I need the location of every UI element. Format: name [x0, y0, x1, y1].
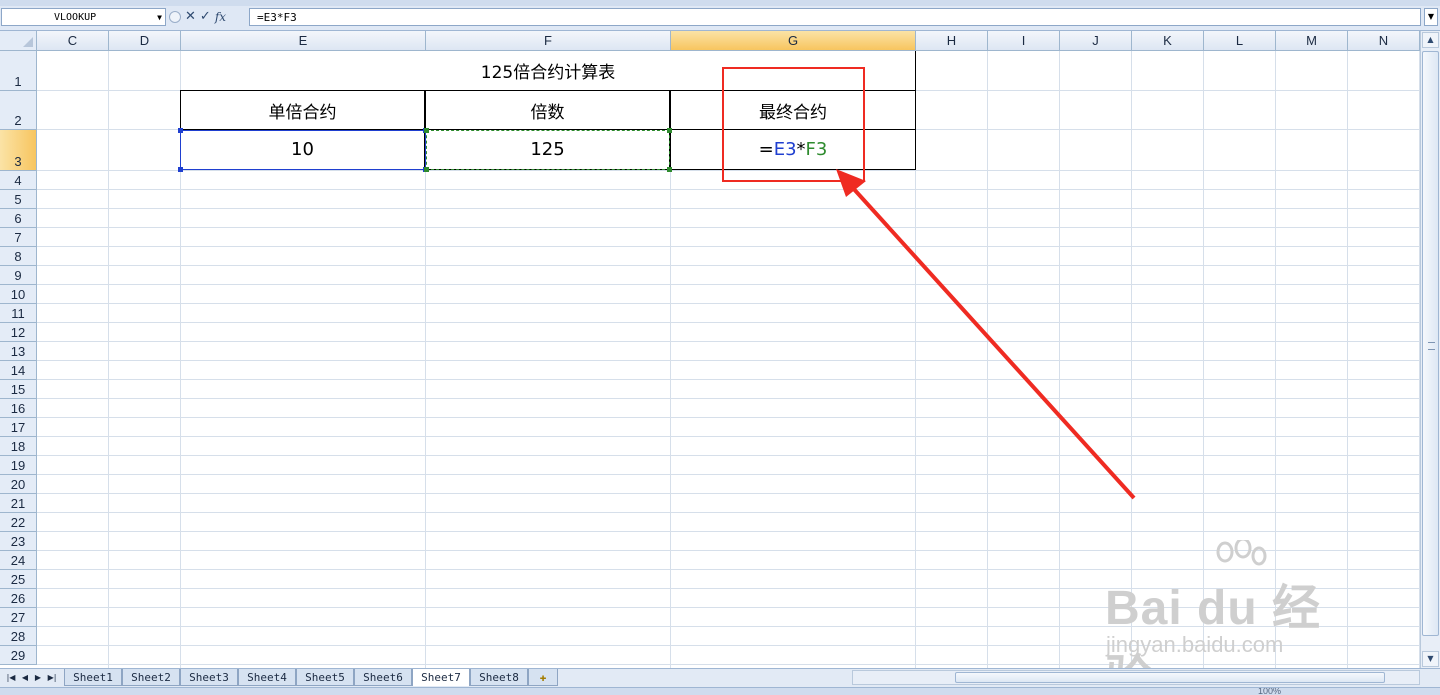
insert-sheet-icon[interactable]: ✚ [528, 669, 558, 686]
status-bar: 100% [0, 687, 1440, 695]
row-header-2[interactable]: 2 [0, 91, 37, 130]
watermark-brand: Bai du 经验 [1105, 582, 1322, 668]
row-header-6[interactable]: 6 [0, 209, 37, 228]
formula-buttons: ✕ ✓ fx [169, 8, 245, 26]
vertical-scroll-thumb[interactable] [1422, 51, 1439, 636]
sheet-tab-1[interactable]: Sheet1 [64, 669, 122, 686]
row-header-21[interactable]: 21 [0, 494, 37, 513]
scroll-up-icon[interactable]: ▲ [1422, 32, 1439, 48]
insert-function-icon[interactable]: fx [215, 8, 226, 26]
sheet-tab-7[interactable]: Sheet7 [412, 669, 470, 686]
formula-bar: VLOOKUP ▼ ✕ ✓ fx =E3*F3 ▼ [0, 6, 1440, 31]
confirm-icon[interactable]: ✓ [200, 8, 211, 26]
baidu-watermark: Bai du 经验 jingyan.baidu.com [1100, 540, 1360, 668]
sheet-tab-2[interactable]: Sheet2 [122, 669, 180, 686]
formula-cell-g3[interactable]: = E3 * F3 [670, 129, 916, 170]
row-header-22[interactable]: 22 [0, 513, 37, 532]
row-header-14[interactable]: 14 [0, 361, 37, 380]
sheet-tab-5[interactable]: Sheet5 [296, 669, 354, 686]
worksheet-grid[interactable]: C D E F G H I J K L M N 1 2 3 4 5 6 7 8 … [0, 31, 1420, 668]
row-header-7[interactable]: 7 [0, 228, 37, 247]
column-header-n[interactable]: N [1348, 31, 1420, 51]
sheet-tab-8[interactable]: Sheet8 [470, 669, 528, 686]
row-header-27[interactable]: 27 [0, 608, 37, 627]
vertical-scrollbar[interactable]: ▲ ▼ [1420, 31, 1440, 668]
row-header-5[interactable]: 5 [0, 190, 37, 209]
row-header-23[interactable]: 23 [0, 532, 37, 551]
row-header-9[interactable]: 9 [0, 266, 37, 285]
table-title-cell[interactable]: 125倍合约计算表 [181, 51, 916, 91]
chevron-down-icon[interactable]: ▼ [157, 9, 162, 27]
sheet-tab-4[interactable]: Sheet4 [238, 669, 296, 686]
first-sheet-icon[interactable]: |◀ [6, 671, 16, 684]
formula-equals: = [758, 139, 774, 160]
row-header-29[interactable]: 29 [0, 646, 37, 665]
paw-logo-icon [1216, 540, 1267, 566]
sheet-tab-6[interactable]: Sheet6 [354, 669, 412, 686]
value-cell-e3[interactable]: 10 [180, 129, 425, 170]
column-header-g[interactable]: G [671, 31, 916, 51]
row-header-20[interactable]: 20 [0, 475, 37, 494]
row-header-10[interactable]: 10 [0, 285, 37, 304]
header-cell-e2[interactable]: 单倍合约 [180, 90, 425, 130]
formula-operator: * [796, 139, 806, 160]
column-header-j[interactable]: J [1060, 31, 1132, 51]
row-header-1[interactable]: 1 [0, 51, 37, 91]
expand-formula-bar-button[interactable]: ▼ [1424, 8, 1438, 26]
formula-input[interactable]: =E3*F3 [249, 8, 1421, 26]
name-box[interactable]: VLOOKUP ▼ [1, 8, 166, 26]
cancel-icon[interactable]: ✕ [185, 8, 196, 26]
formula-ref-e3: E3 [773, 139, 797, 160]
sheet-tab-bar: |◀ ◀ ▶ ▶| Sheet1 Sheet2 Sheet3 Sheet4 Sh… [0, 668, 1440, 687]
value-cell-f3[interactable]: 125 [425, 129, 670, 170]
row-header-16[interactable]: 16 [0, 399, 37, 418]
row-header-13[interactable]: 13 [0, 342, 37, 361]
next-sheet-icon[interactable]: ▶ [33, 671, 43, 684]
row-header-25[interactable]: 25 [0, 570, 37, 589]
column-header-m[interactable]: M [1276, 31, 1348, 51]
header-cell-f2[interactable]: 倍数 [425, 90, 670, 130]
column-header-l[interactable]: L [1204, 31, 1276, 51]
column-header-f[interactable]: F [426, 31, 671, 51]
last-sheet-icon[interactable]: ▶| [47, 671, 57, 684]
scroll-down-icon[interactable]: ▼ [1422, 651, 1439, 667]
header-cell-g2[interactable]: 最终合约 [670, 90, 916, 130]
horizontal-scroll-thumb[interactable] [955, 672, 1385, 683]
row-header-18[interactable]: 18 [0, 437, 37, 456]
column-header-e[interactable]: E [181, 31, 426, 51]
column-header-c[interactable]: C [37, 31, 109, 51]
column-header-d[interactable]: D [109, 31, 181, 51]
row-header-4[interactable]: 4 [0, 171, 37, 190]
sheet-tab-3[interactable]: Sheet3 [180, 669, 238, 686]
horizontal-scrollbar[interactable] [852, 670, 1420, 685]
column-header-h[interactable]: H [916, 31, 988, 51]
row-header-19[interactable]: 19 [0, 456, 37, 475]
zoom-level[interactable]: 100% [1258, 688, 1281, 695]
prev-sheet-icon[interactable]: ◀ [20, 671, 30, 684]
formula-ref-f3: F3 [805, 139, 828, 160]
row-header-28[interactable]: 28 [0, 627, 37, 646]
row-header-17[interactable]: 17 [0, 418, 37, 437]
formula-bar-grip-icon [169, 11, 181, 23]
select-all-button[interactable] [0, 31, 37, 51]
row-header-15[interactable]: 15 [0, 380, 37, 399]
column-header-k[interactable]: K [1132, 31, 1204, 51]
row-header-24[interactable]: 24 [0, 551, 37, 570]
row-header-3[interactable]: 3 [0, 130, 37, 171]
row-header-11[interactable]: 11 [0, 304, 37, 323]
name-box-value: VLOOKUP [54, 12, 97, 23]
row-header-8[interactable]: 8 [0, 247, 37, 266]
column-header-i[interactable]: I [988, 31, 1060, 51]
row-header-12[interactable]: 12 [0, 323, 37, 342]
row-header-26[interactable]: 26 [0, 589, 37, 608]
